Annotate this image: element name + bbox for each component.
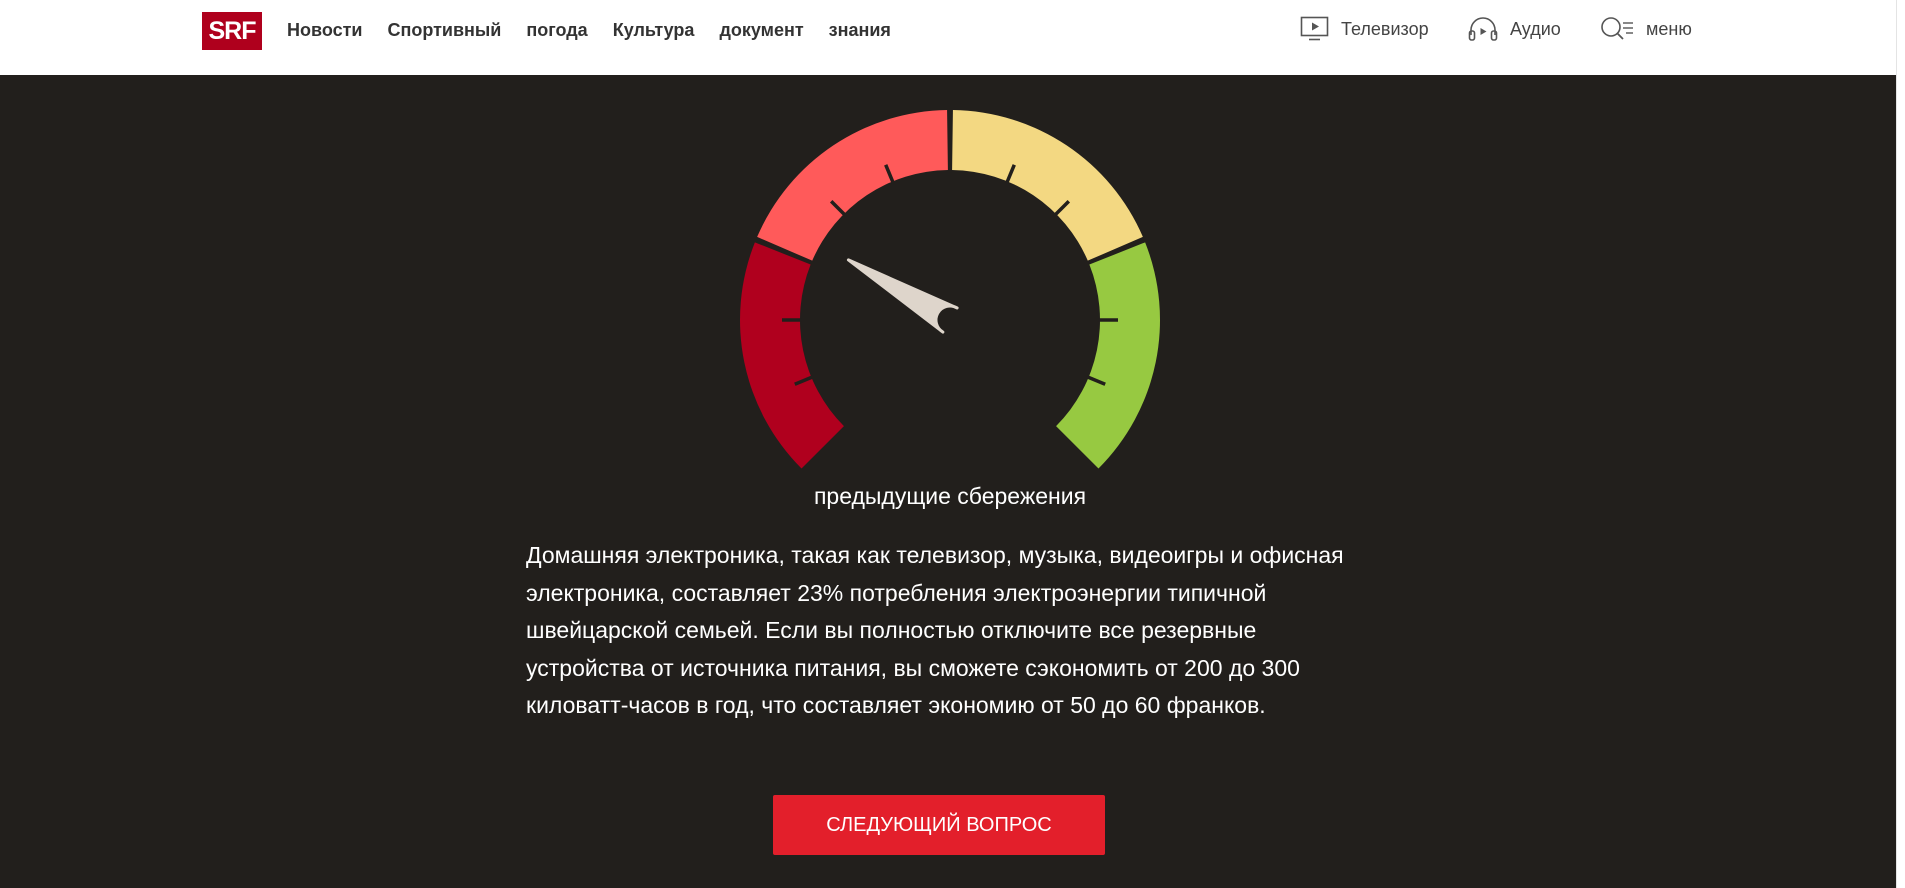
savings-gauge <box>740 110 1160 469</box>
quiz-result-section: предыдущие сбережения Домашняя электрони… <box>0 75 1897 888</box>
headphones-icon <box>1468 17 1498 41</box>
gauge-needle <box>846 258 959 334</box>
nav-item-weather[interactable]: погода <box>526 18 587 42</box>
gauge-zone-yellow <box>952 110 1143 261</box>
gauge-zone-light-red <box>757 110 948 261</box>
nav-item-documentary[interactable]: документ <box>719 18 803 42</box>
menu-label: меню <box>1646 18 1692 39</box>
audio-link[interactable]: Аудио <box>1468 16 1561 42</box>
gauge-zone-dark-red <box>740 242 844 469</box>
scrollbar[interactable] <box>1896 0 1905 888</box>
menu-button[interactable]: меню <box>1600 16 1692 42</box>
tv-icon <box>1300 16 1329 41</box>
srf-logo[interactable]: SRF <box>202 12 262 50</box>
answer-explanation: Домашняя электроника, такая как телевизо… <box>526 542 1344 718</box>
search-menu-icon <box>1601 17 1633 40</box>
site-header: SRF Новости Спортивный погода Культура д… <box>0 0 1905 75</box>
next-question-button[interactable]: Следующий вопрос <box>773 795 1105 855</box>
tv-label: Телевизор <box>1341 18 1429 39</box>
nav-item-sport[interactable]: Спортивный <box>387 18 501 42</box>
tv-link[interactable]: Телевизор <box>1300 16 1429 42</box>
nav-item-culture[interactable]: Культура <box>613 18 695 42</box>
main-nav: Новости Спортивный погода Культура докум… <box>287 18 916 42</box>
gauge-caption: предыдущие сбережения <box>813 483 1087 509</box>
gauge-zone-green <box>1056 242 1160 469</box>
nav-item-news[interactable]: Новости <box>287 18 362 42</box>
audio-label: Аудио <box>1510 18 1561 39</box>
nav-item-knowledge[interactable]: знания <box>829 18 891 42</box>
